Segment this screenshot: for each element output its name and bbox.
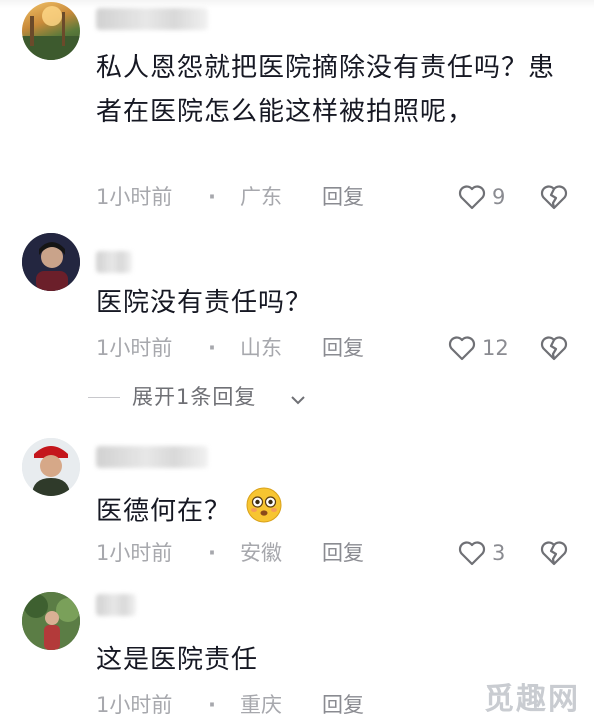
timestamp: 1小时前 <box>96 693 173 717</box>
comment-item: 医德何在？ 1小时前 · 安徽 回复 3 <box>0 430 594 580</box>
timestamp: 1小时前 <box>96 185 173 209</box>
reply-button[interactable]: 回复 <box>322 333 364 363</box>
avatar[interactable] <box>22 438 80 496</box>
avatar[interactable] <box>22 233 80 291</box>
like-count: 12 <box>482 336 509 360</box>
separator-dot: · <box>208 693 216 717</box>
username-blurred[interactable] <box>96 8 208 30</box>
timestamp: 1小时前 <box>96 336 173 360</box>
heart-outline-icon[interactable] <box>458 540 486 566</box>
comment-text: 私人恩怨就把医院摘除没有责任吗？患者在医院怎么能这样被拍照呢， <box>96 53 556 127</box>
comment-meta: 1小时前 · 山东 回复 12 <box>96 333 586 363</box>
heart-outline-icon[interactable] <box>448 335 476 361</box>
broken-heart-icon[interactable] <box>540 184 568 210</box>
separator-dot: · <box>208 185 216 209</box>
comment-text-content: 医德何在？ <box>96 496 232 527</box>
avatar[interactable] <box>22 2 80 60</box>
location: 广东 <box>240 185 282 209</box>
broken-heart-icon[interactable] <box>540 335 568 361</box>
timestamp: 1小时前 <box>96 541 173 565</box>
location: 安徽 <box>240 541 282 565</box>
heart-outline-icon[interactable] <box>458 184 486 210</box>
flushed-face-emoji-icon <box>245 486 283 538</box>
comment-meta: 1小时前 · 安徽 回复 3 <box>96 538 586 568</box>
like-count: 3 <box>492 541 506 565</box>
avatar[interactable] <box>22 592 80 650</box>
comment-item: 医院没有责任吗？ 1小时前 · 山东 回复 12 <box>0 225 594 375</box>
location: 山东 <box>240 336 282 360</box>
username-blurred[interactable] <box>96 594 136 616</box>
expand-replies-label: 展开1条回复 <box>132 385 257 409</box>
broken-heart-icon[interactable] <box>540 540 568 566</box>
comment-text: 医院没有责任吗？ <box>96 288 313 318</box>
chevron-down-icon <box>290 389 306 413</box>
reply-button[interactable]: 回复 <box>322 182 364 212</box>
location: 重庆 <box>240 693 282 717</box>
expand-replies-button[interactable]: 展开1条回复 <box>88 380 388 414</box>
comment-text: 医德何在？ <box>96 486 576 538</box>
comment-item: 私人恩怨就把医院摘除没有责任吗？患者在医院怎么能这样被拍照呢， 1小时前 · 广… <box>0 0 594 225</box>
reply-button[interactable]: 回复 <box>322 690 364 720</box>
watermark: 觅趣网 <box>484 682 580 717</box>
comment-meta: 1小时前 · 广东 回复 9 <box>96 182 586 212</box>
username-blurred[interactable] <box>96 446 208 468</box>
separator-dot: · <box>208 336 216 360</box>
like-count: 9 <box>492 185 506 209</box>
divider-line <box>88 397 120 398</box>
reply-button[interactable]: 回复 <box>322 538 364 568</box>
username-blurred[interactable] <box>96 251 132 273</box>
separator-dot: · <box>208 541 216 565</box>
